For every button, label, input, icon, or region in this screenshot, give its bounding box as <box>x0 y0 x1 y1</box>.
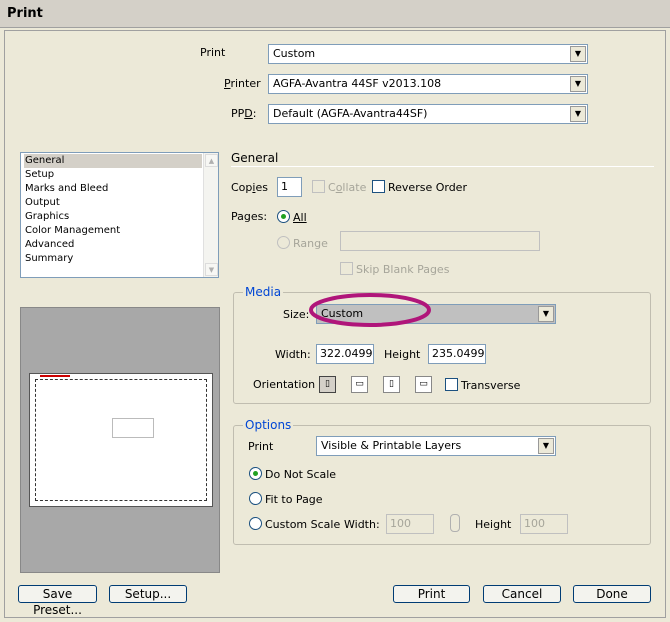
sidebar-item-advanced[interactable]: Advanced <box>24 238 202 252</box>
scale-height-label: Height <box>475 518 512 531</box>
sidebar-item-setup[interactable]: Setup <box>24 168 202 182</box>
fit-to-page-radio[interactable] <box>249 492 262 505</box>
print-preview <box>20 307 220 573</box>
sidebar-item-general[interactable]: General <box>24 154 202 168</box>
highlight-annotation <box>309 293 431 327</box>
sidebar-item-summary[interactable]: Summary <box>24 252 202 266</box>
options-title: Options <box>243 418 294 432</box>
range-input[interactable] <box>340 231 540 251</box>
scale-height-input[interactable]: 100 <box>520 514 568 534</box>
reverse-order-label: Reverse Order <box>388 181 467 194</box>
custom-scale-label: Custom Scale <box>265 518 341 531</box>
pages-range-radio[interactable] <box>277 236 290 249</box>
collate-checkbox[interactable] <box>312 180 325 193</box>
window-title: Print <box>7 6 43 21</box>
orientation-landscape-flipped-icon[interactable]: ▭ <box>415 376 432 393</box>
media-height-label: Height <box>384 348 421 361</box>
dropdown-arrow-icon[interactable]: ▼ <box>570 106 586 122</box>
sidebar-item-graphics[interactable]: Graphics <box>24 210 202 224</box>
general-heading: General <box>231 151 279 165</box>
title-bar: Print <box>0 0 670 28</box>
preview-marker <box>40 375 70 377</box>
media-width-label: Width: <box>275 348 311 361</box>
link-icon[interactable] <box>450 514 460 532</box>
collate-label: Collate <box>328 181 367 194</box>
orientation-portrait-icon[interactable]: ▯ <box>319 376 336 393</box>
preview-artwork <box>112 418 154 438</box>
scale-width-input[interactable]: 100 <box>386 514 434 534</box>
printer-label: Printer <box>224 77 261 90</box>
scroll-down-icon[interactable]: ▼ <box>205 263 218 276</box>
pages-all-label: All <box>293 211 307 224</box>
media-width-input[interactable]: 322.0499 <box>316 344 374 364</box>
ppd-label: PPD: <box>231 107 257 120</box>
printer-select[interactable]: AGFA-Avantra 44SF v2013.108 ▼ <box>268 74 588 94</box>
options-print-label: Print <box>248 440 274 453</box>
do-not-scale-radio[interactable] <box>249 467 262 480</box>
pages-label: Pages: <box>231 210 268 223</box>
media-height-input[interactable]: 235.0499 <box>428 344 486 364</box>
cancel-button[interactable]: Cancel <box>483 585 561 603</box>
done-button[interactable]: Done <box>573 585 651 603</box>
orientation-landscape-icon[interactable]: ▭ <box>351 376 368 393</box>
do-not-scale-label: Do Not Scale <box>265 468 337 481</box>
dropdown-arrow-icon[interactable]: ▼ <box>538 306 554 322</box>
scroll-up-icon[interactable]: ▲ <box>205 154 218 167</box>
pages-range-label: Range <box>293 237 328 250</box>
printer-value: AGFA-Avantra 44SF v2013.108 <box>273 77 442 90</box>
reverse-order-checkbox[interactable] <box>372 180 385 193</box>
copies-label: Copies <box>231 181 268 194</box>
dropdown-arrow-icon[interactable]: ▼ <box>538 438 554 454</box>
setup-button[interactable]: Setup... <box>109 585 187 603</box>
orientation-portrait-flipped-icon[interactable]: ▯ <box>383 376 400 393</box>
print-layers-value: Visible & Printable Layers <box>321 439 462 452</box>
ppd-value: Default (AGFA-Avantra44SF) <box>273 107 428 120</box>
skip-blank-label: Skip Blank Pages <box>356 263 450 276</box>
orientation-label: Orientation <box>253 378 316 391</box>
preview-paper <box>29 373 213 507</box>
copies-input[interactable]: 1 <box>277 177 302 197</box>
print-layers-select[interactable]: Visible & Printable Layers ▼ <box>316 436 556 456</box>
preset-label: Print <box>200 46 226 59</box>
sidebar-item-color-management[interactable]: Color Management <box>24 224 202 238</box>
skip-blank-checkbox[interactable] <box>340 262 353 275</box>
preset-value: Custom <box>273 47 316 60</box>
print-button[interactable]: Print <box>393 585 470 603</box>
media-title: Media <box>243 285 284 299</box>
dropdown-arrow-icon[interactable]: ▼ <box>570 76 586 92</box>
general-divider <box>231 166 654 167</box>
scale-width-label: Width: <box>344 518 380 531</box>
fit-to-page-label: Fit to Page <box>265 493 323 506</box>
preset-select[interactable]: Custom ▼ <box>268 44 588 64</box>
transverse-label: Transverse <box>461 379 521 392</box>
list-scrollbar[interactable]: ▲ ▼ <box>203 153 218 277</box>
ppd-select[interactable]: Default (AGFA-Avantra44SF) ▼ <box>268 104 588 124</box>
sidebar-item-output[interactable]: Output <box>24 196 202 210</box>
dropdown-arrow-icon[interactable]: ▼ <box>570 46 586 62</box>
pages-all-radio[interactable] <box>277 210 290 223</box>
custom-scale-radio[interactable] <box>249 517 262 530</box>
transverse-checkbox[interactable] <box>445 378 458 391</box>
save-preset-button[interactable]: Save Preset... <box>18 585 97 617</box>
category-list[interactable]: General Setup Marks and Bleed Output Gra… <box>20 152 219 278</box>
preview-imageable-area <box>35 379 207 501</box>
sidebar-item-marks-and-bleed[interactable]: Marks and Bleed <box>24 182 202 196</box>
